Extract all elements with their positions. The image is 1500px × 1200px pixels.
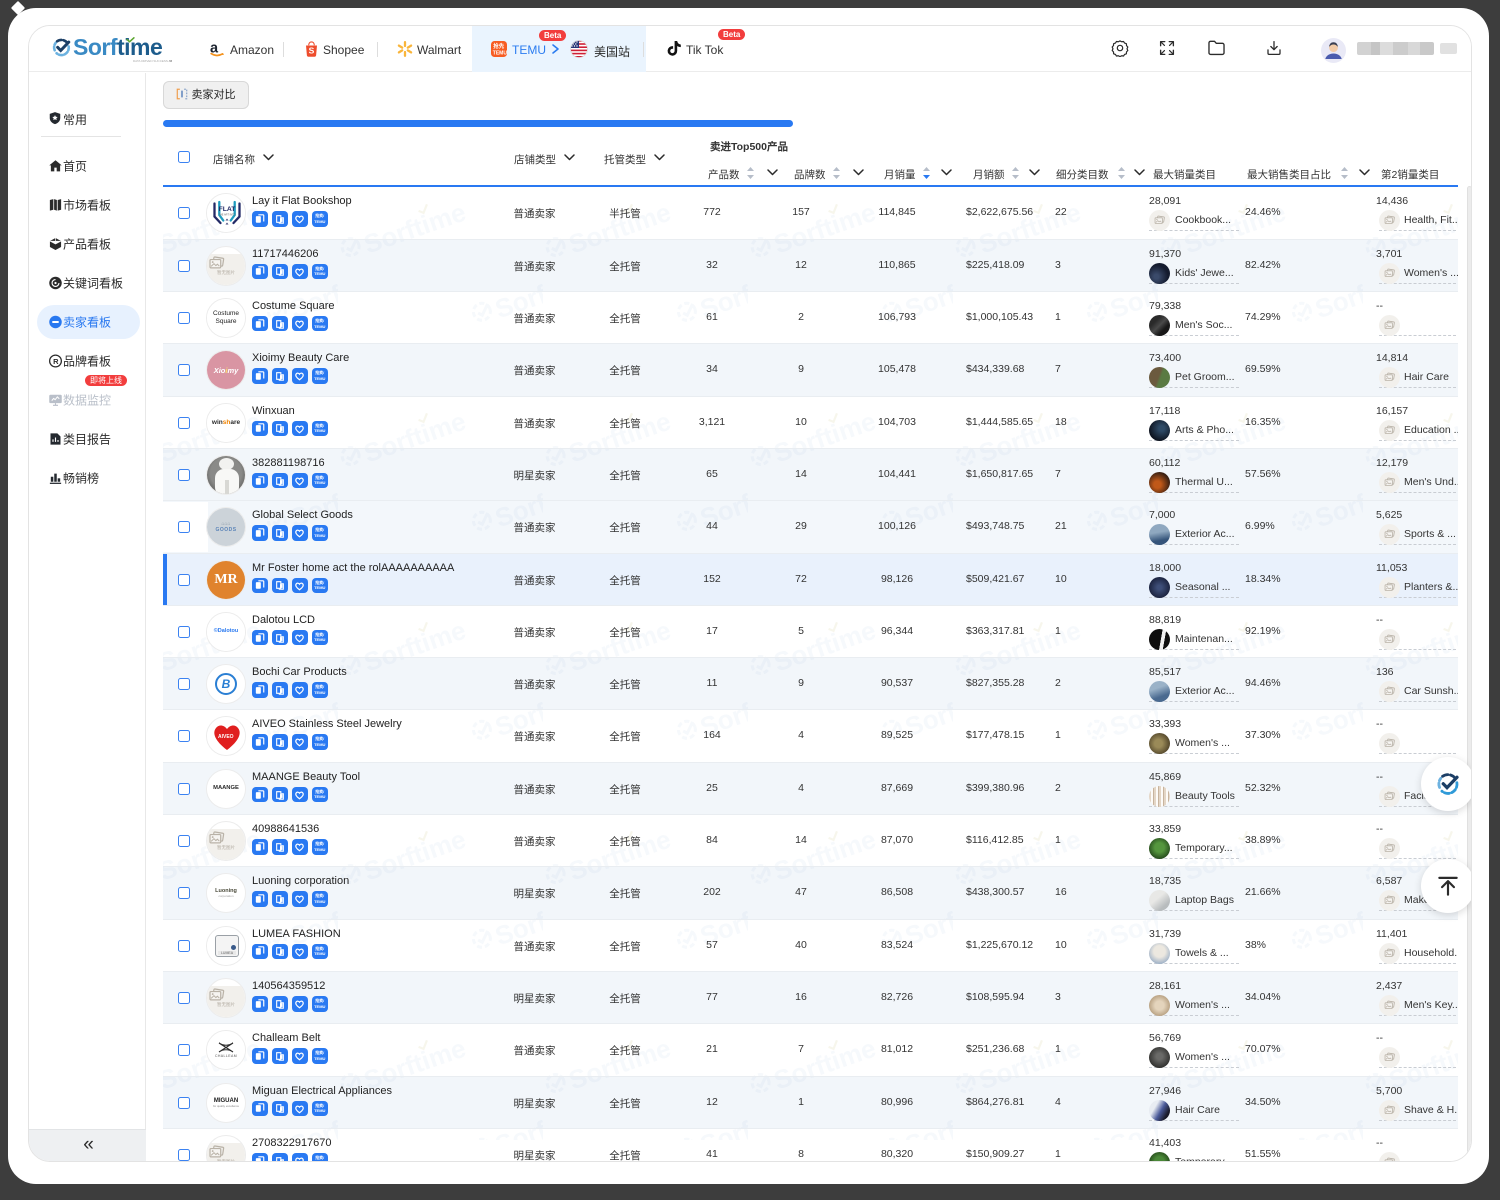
svg-text:FLAT: FLAT xyxy=(219,206,237,213)
svg-text:S: S xyxy=(309,46,315,56)
svg-text:AIVEO: AIVEO xyxy=(218,734,234,740)
svg-text:THE ART INTO: THE ART INTO xyxy=(218,214,235,217)
svg-text:抢先: 抢先 xyxy=(493,42,505,50)
svg-text:TEMU: TEMU xyxy=(493,51,507,57)
svg-text:R: R xyxy=(53,357,59,366)
